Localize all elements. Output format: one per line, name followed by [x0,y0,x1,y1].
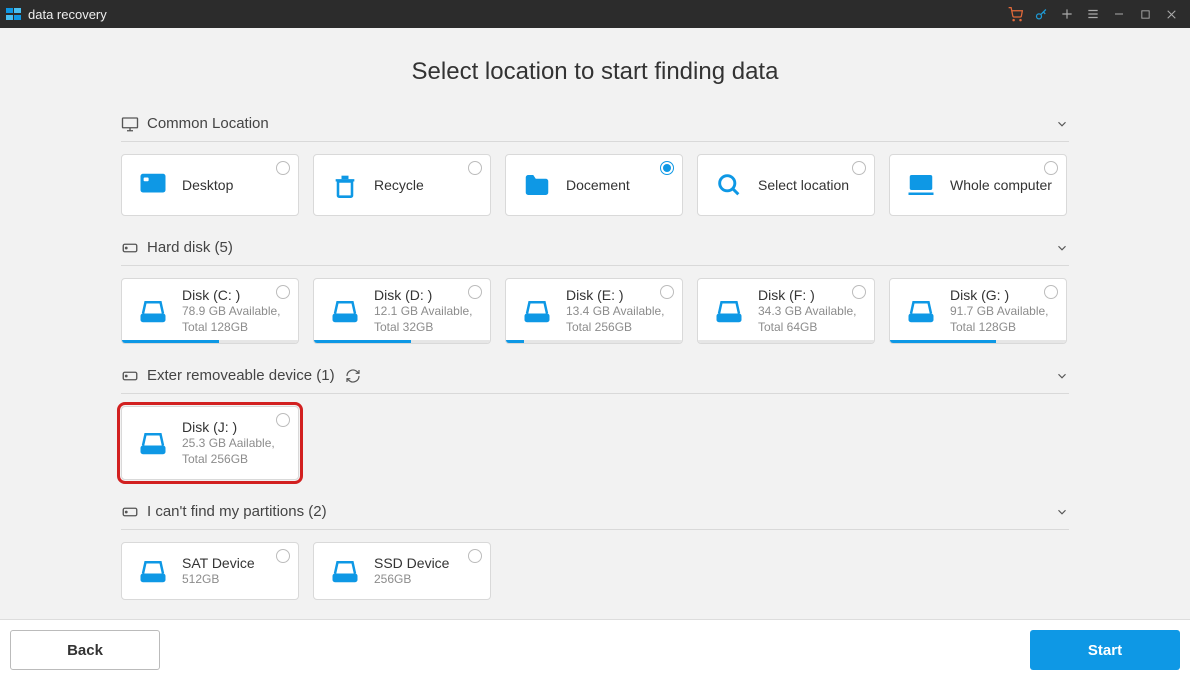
close-icon[interactable] [1158,0,1184,28]
usage-bar [506,340,682,343]
disk-card[interactable]: Disk (D: )12.1 GB Available, Total 32GB [313,278,491,344]
disk-icon [121,239,139,257]
device-card[interactable]: SSD Device256GB [313,542,491,600]
back-button[interactable]: Back [10,630,160,670]
card-label: Recycle [374,177,424,193]
cart-icon[interactable] [1002,0,1028,28]
usage-bar [122,340,298,343]
device-title: SSD Device [374,555,449,571]
card-label: Whole computer [950,177,1052,193]
disk-card[interactable]: Disk (G: )91.7 GB Available, Total 128GB [889,278,1067,344]
disk-sub: 25.3 GB Aailable, Total 256GB [182,436,292,467]
start-button[interactable]: Start [1030,630,1180,670]
location-card-whole-computer[interactable]: Whole computer [889,154,1067,216]
disk-sub: 13.4 GB Available, Total 256GB [566,304,676,335]
usage-bar [890,340,1066,343]
radio-icon [852,285,866,299]
maximize-icon[interactable] [1132,0,1158,28]
location-card-document[interactable]: Docement [505,154,683,216]
disk-card[interactable]: Disk (F: )34.3 GB Available, Total 64GB [697,278,875,344]
location-card-desktop[interactable]: Desktop [121,154,299,216]
drive-icon [136,554,170,588]
disk-card[interactable]: Disk (E: )13.4 GB Available, Total 256GB [505,278,683,344]
section-label: Exter removeable device (1) [147,367,335,384]
disk-sub: 12.1 GB Available, Total 32GB [374,304,484,335]
radio-icon [468,549,482,563]
section-common-location[interactable]: Common Location [121,110,1069,142]
card-label: Docement [566,177,630,193]
drive-icon [328,554,362,588]
refresh-icon[interactable] [345,368,361,384]
key-icon[interactable] [1028,0,1054,28]
app-logo-icon [6,6,22,22]
page-title: Select location to start finding data [0,58,1190,86]
chevron-down-icon [1055,241,1069,255]
folder-icon [520,168,554,202]
location-card-select-location[interactable]: Select location [697,154,875,216]
trash-icon [328,168,362,202]
chevron-down-icon [1055,117,1069,131]
card-label: Desktop [182,177,233,193]
add-icon[interactable] [1054,0,1080,28]
external-disk-card[interactable]: Disk (J: ) 25.3 GB Aailable, Total 256GB [121,406,299,480]
radio-icon [276,549,290,563]
section-label: Common Location [147,115,269,132]
disk-icon [121,367,139,385]
device-sub: 512GB [182,572,255,588]
usage-bar [314,340,490,343]
radio-icon [852,161,866,175]
radio-icon [660,161,674,175]
chevron-down-icon [1055,505,1069,519]
section-hard-disk[interactable]: Hard disk (5) [121,234,1069,266]
menu-icon[interactable] [1080,0,1106,28]
minimize-icon[interactable] [1106,0,1132,28]
monitor-icon [121,115,139,133]
location-card-recycle[interactable]: Recycle [313,154,491,216]
desktop-icon [136,168,170,202]
main-panel: Select location to start finding data Co… [0,28,1190,619]
section-lost-partitions[interactable]: I can't find my partitions (2) [121,498,1069,530]
radio-icon [1044,285,1058,299]
drive-icon [520,294,554,328]
drive-icon [136,426,170,460]
app-title: data recovery [28,7,107,22]
radio-icon [468,285,482,299]
radio-icon [468,161,482,175]
computer-icon [904,168,938,202]
card-label: Select location [758,177,849,193]
titlebar: data recovery [0,0,1190,28]
radio-icon [1044,161,1058,175]
section-label: Hard disk (5) [147,239,233,256]
section-label: I can't find my partitions (2) [147,503,327,520]
device-sub: 256GB [374,572,449,588]
drive-icon [904,294,938,328]
drive-icon [712,294,746,328]
drive-icon [328,294,362,328]
radio-icon [276,285,290,299]
drive-icon [136,294,170,328]
disk-sub: 78.9 GB Available, Total 128GB [182,304,292,335]
chevron-down-icon [1055,369,1069,383]
radio-icon [660,285,674,299]
footer: Back Start [0,619,1190,680]
device-title: SAT Device [182,555,255,571]
disk-card[interactable]: Disk (C: )78.9 GB Available, Total 128GB [121,278,299,344]
usage-bar [698,340,874,343]
radio-icon [276,413,290,427]
disk-sub: 91.7 GB Available, Total 128GB [950,304,1060,335]
search-icon [712,168,746,202]
section-external-device[interactable]: Exter removeable device (1) [121,362,1069,394]
disk-sub: 34.3 GB Available, Total 64GB [758,304,868,335]
radio-icon [276,161,290,175]
device-card[interactable]: SAT Device512GB [121,542,299,600]
disk-icon [121,503,139,521]
